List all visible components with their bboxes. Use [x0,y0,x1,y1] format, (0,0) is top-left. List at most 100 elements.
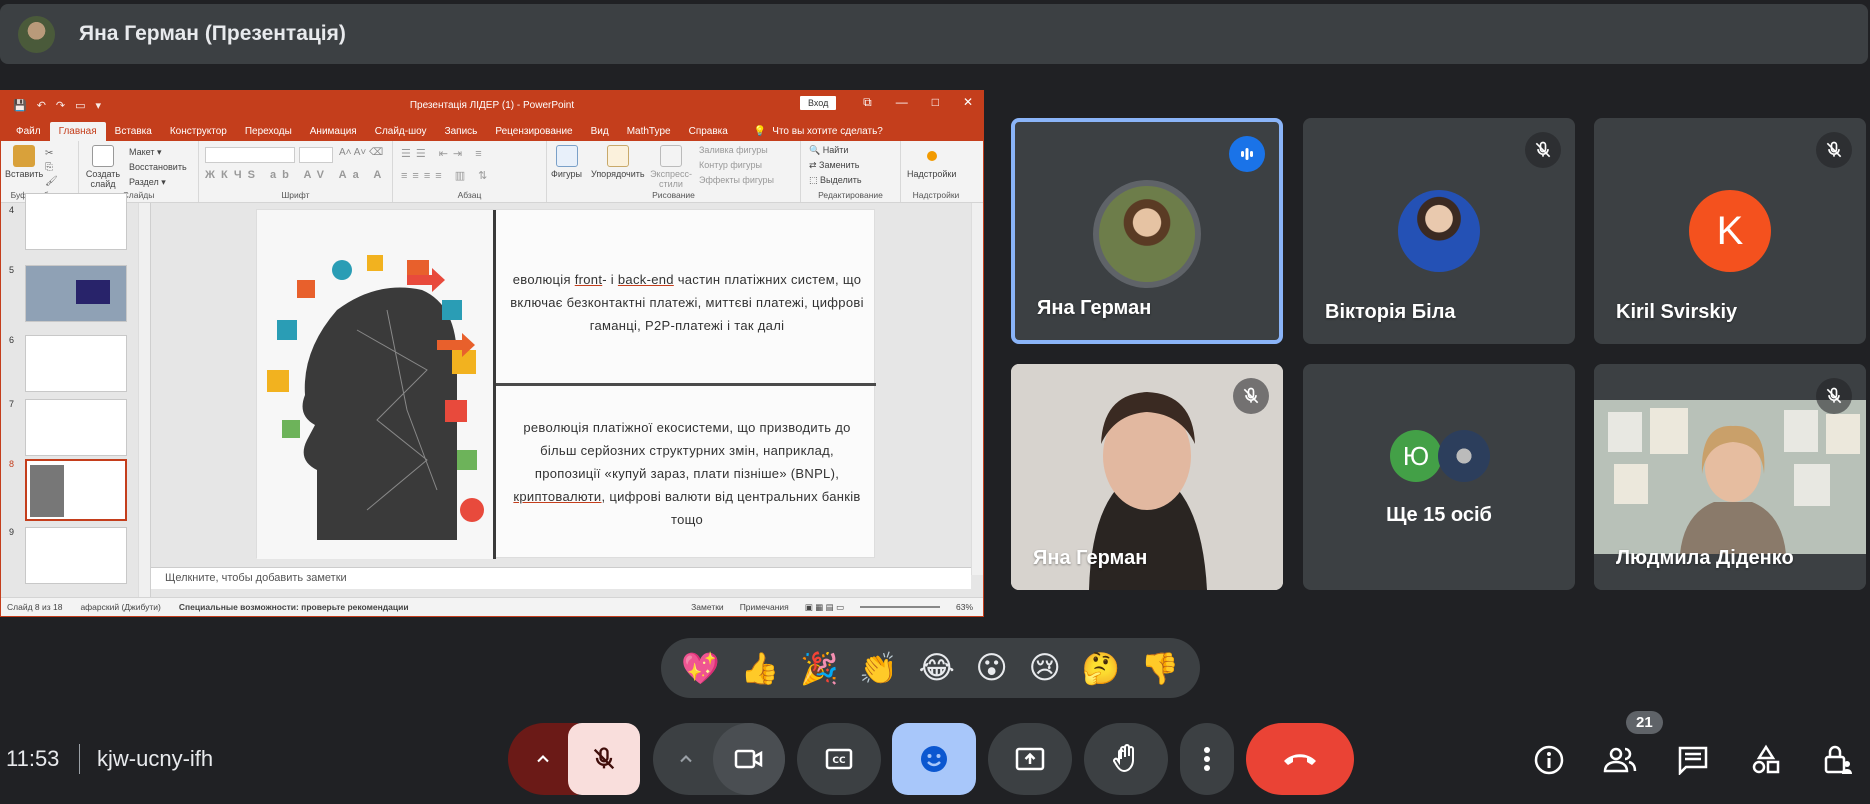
select-button[interactable]: ⬚ Выделить [809,173,862,188]
party-popper-reaction[interactable]: 🎉 [800,650,839,687]
chat-icon [1678,746,1708,775]
thumbnail-scrollbar[interactable] [138,203,150,599]
participant-tile-yana-video[interactable]: Яна Герман [1011,364,1283,590]
participant-name: Яна Герман [1033,547,1148,569]
save-icon[interactable]: 💾 [13,99,27,112]
leave-call-button[interactable] [1246,723,1354,795]
raise-hand-button[interactable] [1084,723,1168,795]
current-slide[interactable]: еволюція front- і back-end частин платіж… [256,209,876,559]
thumbnail-number: 6 [9,335,15,345]
slide-text-block-2: революція платіжної екосистеми, що призв… [507,416,867,531]
video-options-button[interactable] [653,723,719,795]
font-size-select[interactable] [299,147,333,163]
quick-styles-button[interactable]: Экспресс-стили [650,145,692,189]
thinking-reaction[interactable]: 🤔 [1082,650,1121,687]
avatar-ring [1093,180,1201,288]
layout-button[interactable]: Макет ▾ [129,145,187,160]
shape-outline-button[interactable]: Контур фигуры [699,158,774,173]
more-options-button[interactable] [1180,723,1234,795]
shape-fill-button[interactable]: Заливка фигуры [699,143,774,158]
tab-design[interactable]: Конструктор [161,122,236,141]
shape-effects-button[interactable]: Эффекты фигуры [699,173,774,188]
font-name-select[interactable] [205,147,295,163]
replace-button[interactable]: ⇄ Заменить [809,158,862,173]
surprised-reaction[interactable]: 😮 [976,650,1008,686]
camera-toggle-button[interactable] [713,723,785,795]
addins-button[interactable]: Надстройки [907,147,956,179]
tab-view[interactable]: Вид [582,122,618,141]
participant-tile-kiril[interactable]: K Kiril Svirskiy [1594,118,1866,344]
clapping-reaction[interactable]: 👏 [859,650,898,687]
shapes-button[interactable]: Фигуры [551,145,582,179]
arrange-button[interactable]: Упорядочить [591,145,645,179]
tab-slideshow[interactable]: Слайд-шоу [366,122,436,141]
zoom-slider[interactable] [859,606,940,608]
reset-button[interactable]: Восстановить [129,160,187,175]
tab-animations[interactable]: Анимация [301,122,366,141]
present-icon[interactable]: ▭ [75,99,85,112]
language-indicator[interactable]: афарский (Джибути) [80,602,160,612]
microphone-toggle-button[interactable] [568,723,640,795]
find-button[interactable]: 🔍 Найти [809,143,862,158]
zoom-level[interactable]: 63% [956,602,973,612]
more-vert-icon [1204,747,1210,771]
participant-tile-more[interactable]: Ю Ще 15 осіб [1303,364,1575,590]
new-slide-button[interactable]: Создать слайд [83,145,123,189]
tab-transitions[interactable]: Переходы [236,122,301,141]
captions-button[interactable]: CC [797,723,881,795]
ppt-statusbar: Слайд 8 из 18 афарский (Джибути) Специал… [1,597,983,616]
thumbs-up-reaction[interactable]: 👍 [741,650,780,687]
arrange-icon [606,145,629,167]
redo-icon[interactable]: ↷ [56,99,65,112]
view-buttons[interactable]: ▣ ▦ ▤ ▭ [805,602,844,613]
paste-button[interactable]: Вставить [5,145,43,179]
signin-button[interactable]: Вход [800,96,837,110]
font-size-grow-icons[interactable]: A˄ A˅ ⌫ [339,147,383,158]
comments-toggle[interactable]: Примечания [740,602,789,612]
thumbs-down-reaction[interactable]: 👎 [1141,650,1180,687]
shapes-icon [555,145,578,167]
slide-scrollbar[interactable] [971,203,983,575]
minimize-icon[interactable]: — [896,95,908,110]
divider [79,744,80,774]
tab-file[interactable]: Файл [7,122,50,141]
maximize-icon[interactable]: □ [932,95,939,110]
tab-mathtype[interactable]: MathType [618,122,680,141]
notes-pane[interactable]: Щелкните, чтобы добавить заметки [151,567,971,589]
crying-reaction[interactable]: 😢 [1029,650,1061,686]
close-icon[interactable]: ✕ [963,95,973,110]
reactions-button[interactable] [892,723,976,795]
list-icons[interactable]: ☰☰ ⇤⇥ ≡ [401,147,487,160]
align-icons[interactable]: ≡≡≡≡ ▥ ⇅ [401,169,492,182]
undo-icon[interactable]: ↶ [37,99,46,112]
notes-toggle[interactable]: Заметки [691,602,724,612]
lock-person-icon [1824,745,1852,774]
participant-tile-liudmyla[interactable]: Людмила Діденко [1594,364,1866,590]
participant-tile-yana-speaking[interactable]: Яна Герман [1011,118,1283,344]
thumbnail-number: 8 [9,459,15,469]
present-now-button[interactable] [988,723,1072,795]
activities-button[interactable] [1746,740,1786,780]
tab-home[interactable]: Главная [49,122,106,141]
tab-review[interactable]: Рецензирование [486,122,581,141]
chat-button[interactable] [1673,740,1713,780]
participant-tile-viktoriia[interactable]: Вікторія Біла [1303,118,1575,344]
section-button[interactable]: Раздел ▾ [129,175,187,190]
people-button[interactable] [1600,740,1640,780]
meeting-details-button[interactable] [1529,740,1569,780]
quick-styles-label: Экспресс-стили [650,169,692,189]
slide-illustration [257,210,493,559]
accessibility-status[interactable]: Специальные возможности: проверьте реком… [179,602,409,612]
tab-help[interactable]: Справка [680,122,737,141]
tab-record[interactable]: Запись [436,122,487,141]
sparkling-heart-reaction[interactable]: 💖 [681,650,720,687]
font-format-icons[interactable]: ЖКЧS ab AV Aa A [205,169,387,181]
tell-me-box[interactable]: 💡 Что вы хотите сделать? [745,122,892,141]
ribbon-display-icon[interactable]: ⧉ [863,95,872,110]
qat-menu-icon[interactable]: ▾ [96,99,102,112]
editing-group-label: Редактирование [818,190,883,200]
host-controls-button[interactable] [1818,740,1858,780]
joy-reaction[interactable]: 😂 [919,650,955,686]
tab-insert[interactable]: Вставка [106,122,161,141]
presenter-bar: Яна Герман (Презентація) [0,4,1868,64]
